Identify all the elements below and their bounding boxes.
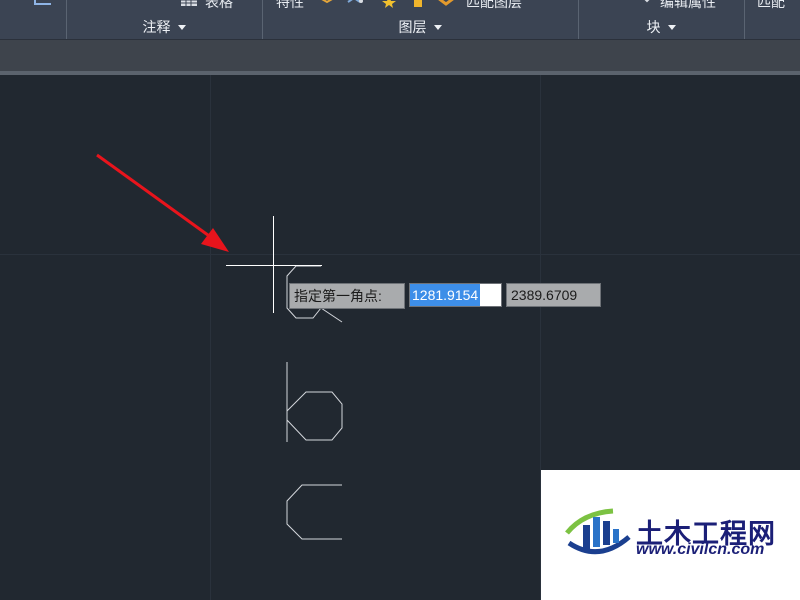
drawn-letter-b[interactable] bbox=[286, 362, 343, 442]
dynamic-input-x-field[interactable]: 1281.9154 bbox=[409, 283, 502, 307]
drawn-letter-c[interactable] bbox=[286, 484, 342, 540]
dynamic-input-prompt: 指定第一角点: bbox=[289, 283, 405, 309]
watermark-url: www.civilcn.com bbox=[636, 541, 765, 558]
x-value-selected[interactable]: 1281.9154 bbox=[410, 284, 481, 306]
watermark-logo-icon bbox=[565, 508, 631, 555]
red-arrow-icon bbox=[96, 153, 229, 252]
dynamic-input-y-field[interactable]: 2389.6709 bbox=[506, 283, 601, 307]
